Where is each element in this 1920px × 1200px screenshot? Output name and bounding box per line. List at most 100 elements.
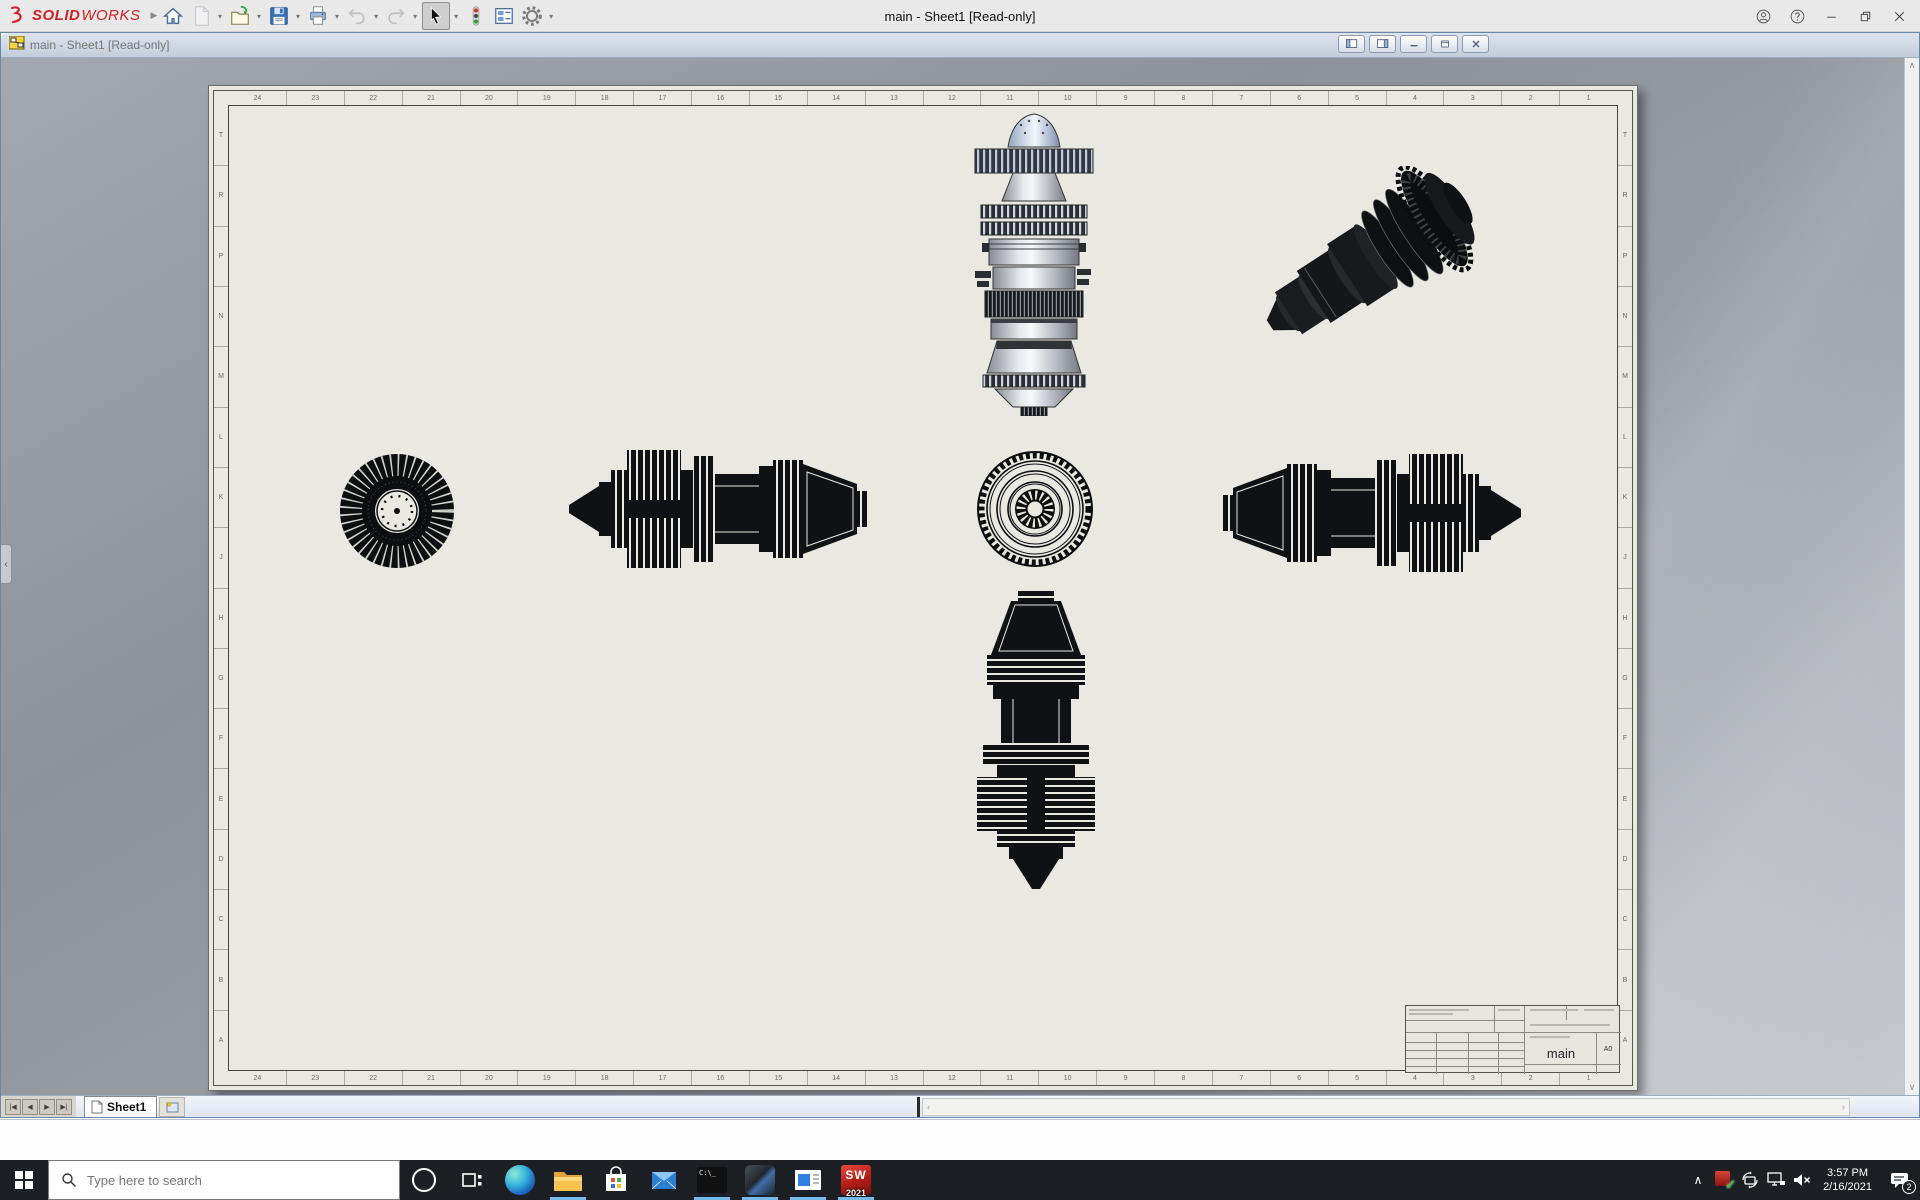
- add-sheet-button[interactable]: [159, 1096, 186, 1117]
- zone-column-label: 7: [1211, 1071, 1270, 1085]
- close-button[interactable]: [1882, 2, 1916, 30]
- nav-first-button[interactable]: |◀: [5, 1098, 21, 1115]
- taskbar-clock[interactable]: 3:57 PM 2/16/2021: [1815, 1166, 1880, 1194]
- traffic-light-button[interactable]: [463, 2, 489, 30]
- vertical-scrollbar[interactable]: ∧ ∨: [1904, 58, 1919, 1095]
- drawing-view-bottom[interactable]: [971, 590, 1101, 896]
- zone-column-label: 6: [1269, 91, 1328, 105]
- hex-app-taskbar-button[interactable]: [736, 1160, 784, 1200]
- drawing-viewport[interactable]: ‹ 24 23 22 21 20 19 18 17 16 15 14 13 12 11 10 9 8 7 6 5 4 3 2…: [1, 58, 1919, 1095]
- cast-tray-button[interactable]: [1737, 1160, 1763, 1200]
- nav-last-button[interactable]: ▶|: [56, 1098, 72, 1115]
- terminal-taskbar-button[interactable]: C:\_: [688, 1160, 736, 1200]
- zone-column-label: 19: [517, 91, 575, 105]
- document-title: main - Sheet1 [Read-only]: [30, 38, 170, 52]
- settings-gear-button[interactable]: [519, 2, 545, 30]
- zone-row-label: H: [1618, 587, 1632, 648]
- volume-muted-tray-button[interactable]: [1789, 1160, 1815, 1200]
- drawing-view-side-right[interactable]: [1222, 448, 1523, 583]
- nav-next-button[interactable]: ▶: [39, 1098, 55, 1115]
- pane-right-button[interactable]: [1369, 35, 1396, 53]
- zone-column-label: 18: [575, 1071, 633, 1085]
- drawing-view-isometric[interactable]: [1244, 164, 1494, 361]
- mail-taskbar-button[interactable]: [640, 1160, 688, 1200]
- horizontal-scrollbar[interactable]: ‹ ›: [922, 1098, 1850, 1116]
- save-button[interactable]: [266, 2, 292, 30]
- zone-column-label: 15: [748, 91, 807, 105]
- zone-row-label: R: [214, 165, 228, 225]
- search-input[interactable]: [87, 1172, 367, 1188]
- nav-prev-button[interactable]: ◀: [22, 1098, 38, 1115]
- action-center-button[interactable]: 2: [1880, 1160, 1920, 1200]
- chevron-up-tray-button[interactable]: ∧: [1685, 1160, 1711, 1200]
- media-app-taskbar-button[interactable]: [784, 1160, 832, 1200]
- account-button[interactable]: [1746, 2, 1780, 30]
- zone-column-label: 13: [864, 91, 923, 105]
- zone-row-label: L: [1618, 406, 1632, 467]
- undo-button[interactable]: [344, 2, 370, 30]
- help-button[interactable]: [1780, 2, 1814, 30]
- close-sm-button[interactable]: [1462, 35, 1489, 53]
- scroll-up-icon[interactable]: ∧: [1905, 58, 1919, 73]
- zone-row-label: E: [1618, 768, 1632, 828]
- home-button[interactable]: [160, 2, 186, 30]
- dropdown-arrow-icon[interactable]: ▾: [413, 12, 417, 21]
- tab-sheet1[interactable]: Sheet1: [84, 1096, 158, 1117]
- open-file-button[interactable]: [227, 2, 253, 30]
- zone-column-label: 8: [1154, 1071, 1212, 1085]
- zone-row-label: G: [214, 647, 228, 708]
- print-button[interactable]: [305, 2, 331, 30]
- zone-row-label: D: [1618, 828, 1632, 889]
- zone-row-label: L: [214, 406, 228, 467]
- scroll-right-icon[interactable]: ›: [1842, 1102, 1845, 1112]
- drawing-view-side-left[interactable]: [567, 444, 868, 579]
- display-settings-button[interactable]: [491, 2, 517, 30]
- network-tray-button[interactable]: [1763, 1160, 1789, 1200]
- redo-button[interactable]: [383, 2, 409, 30]
- zone-column-label: 14: [806, 1071, 865, 1085]
- pane-splitter[interactable]: [917, 1097, 920, 1117]
- dropdown-arrow-icon[interactable]: ▾: [257, 12, 261, 21]
- dropdown-arrow-icon[interactable]: ▾: [374, 12, 378, 21]
- drawing-view-rear-circular[interactable]: [337, 451, 457, 576]
- dropdown-arrow-icon[interactable]: ▾: [296, 12, 300, 21]
- logo-flyout-arrow[interactable]: ▶: [151, 10, 158, 21]
- minimize-button[interactable]: [1814, 2, 1848, 30]
- zone-row-label: N: [214, 285, 228, 346]
- drawing-view-shaded-front[interactable]: [969, 111, 1099, 421]
- feature-panel-collapse-handle[interactable]: ‹: [1, 544, 12, 584]
- dropdown-arrow-icon[interactable]: ▾: [335, 12, 339, 21]
- zone-row-label: E: [214, 768, 228, 828]
- restore-button[interactable]: [1848, 2, 1882, 30]
- solidworks-taskbar-button[interactable]: SW 2021: [832, 1160, 880, 1200]
- system-tray: ∧ ✓ 3:57 PM 2/16/2021 2: [1685, 1160, 1920, 1200]
- zone-column-label: 20: [459, 91, 518, 105]
- scroll-left-icon[interactable]: ‹: [927, 1102, 930, 1112]
- document-title-bar: main - Sheet1 [Read-only]: [1, 33, 1919, 58]
- main-toolbar: ▾ ▾ ▾ ▾ ▾ ▾ ▾ ▾: [160, 0, 556, 32]
- new-file-button[interactable]: [188, 2, 214, 30]
- drawing-sheet[interactable]: 24 23 22 21 20 19 18 17 16 15 14 13 12 11 10 9 8 7 6 5 4 3 2 1 …: [208, 85, 1638, 1091]
- dropdown-arrow-icon[interactable]: ▾: [454, 12, 458, 21]
- restore-sm-button[interactable]: [1431, 35, 1458, 53]
- brand-bold: SOLID: [32, 6, 81, 24]
- task-view-taskbar-button[interactable]: [448, 1160, 496, 1200]
- tray-icons: ∧ ✓: [1685, 1160, 1815, 1200]
- file-explorer-taskbar-button[interactable]: [544, 1160, 592, 1200]
- zone-row-label: D: [214, 828, 228, 889]
- drawing-view-front-circular[interactable]: [975, 449, 1095, 574]
- select-cursor-button[interactable]: [422, 2, 451, 30]
- dropdown-arrow-icon[interactable]: ▾: [218, 12, 222, 21]
- zone-column-label: 16: [691, 91, 749, 105]
- sw-status-tray-button[interactable]: ✓: [1711, 1160, 1737, 1200]
- minimize-sm-button[interactable]: [1400, 35, 1427, 53]
- dropdown-arrow-icon[interactable]: ▾: [549, 12, 553, 21]
- pane-left-button[interactable]: [1338, 35, 1365, 53]
- edge-taskbar-button[interactable]: [496, 1160, 544, 1200]
- cortana-taskbar-button[interactable]: [400, 1160, 448, 1200]
- scroll-down-icon[interactable]: ∨: [1905, 1080, 1919, 1095]
- start-button[interactable]: [0, 1160, 48, 1200]
- taskbar-search[interactable]: [48, 1160, 400, 1200]
- store-taskbar-button[interactable]: [592, 1160, 640, 1200]
- zone-row-label: C: [1618, 889, 1632, 949]
